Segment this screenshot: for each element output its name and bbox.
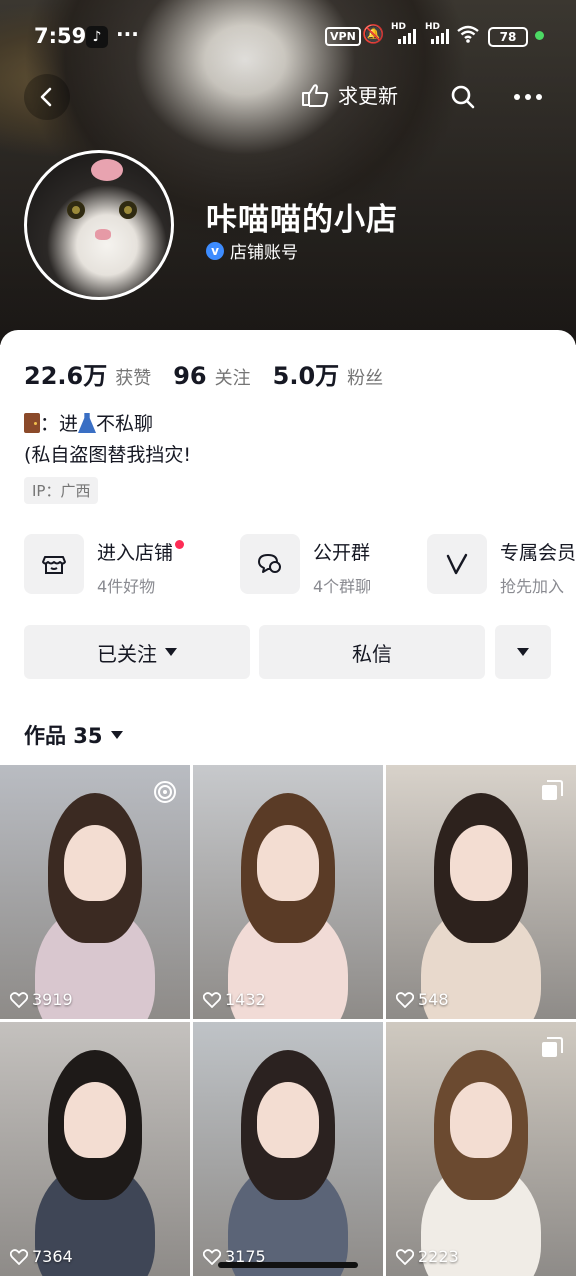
verified-icon: v [206, 241, 224, 260]
following-button-label: 已关注 [97, 641, 157, 666]
request-update-label: 求更新 [338, 84, 398, 108]
video-thumbnail[interactable]: 548 [386, 765, 576, 1019]
works-tab[interactable]: 作品 35 [24, 720, 123, 750]
search-button[interactable] [440, 74, 486, 120]
account-type-label: 店铺账号 [230, 243, 298, 263]
bio-text-b: 不私聊 [96, 413, 154, 435]
following-button[interactable]: 已关注 [24, 625, 250, 679]
heart-icon [203, 991, 221, 1008]
video-thumbnail[interactable]: 3175 [193, 1022, 383, 1276]
heart-icon [10, 991, 28, 1008]
request-update-button[interactable]: 求更新 [300, 80, 398, 109]
mute-icon: 🔕 [362, 24, 385, 45]
vip-icon [427, 534, 487, 594]
video-thumbnail[interactable]: 3919 [0, 765, 190, 1019]
door-icon [24, 413, 40, 433]
followers-count[interactable]: 5.0万 [273, 356, 340, 391]
like-count: 7364 [10, 1247, 73, 1266]
video-thumbnail[interactable]: 2223 [386, 1022, 576, 1276]
photo-subject-face [64, 825, 126, 901]
back-arrow-icon [40, 87, 52, 107]
more-options-button[interactable] [495, 625, 551, 679]
photo-subject-face [450, 1082, 512, 1158]
likes-label: 获赞 [115, 368, 152, 389]
public-group-title: 公开群 [313, 542, 371, 564]
enter-shop-sub: 4件好物 [97, 577, 156, 596]
back-button[interactable] [24, 74, 70, 120]
bio-line-2: (私自盗图替我挡灾! [24, 444, 192, 466]
status-bar: 7:59 ♪ ··· VPN 🔕 HD HD 78 [0, 0, 576, 76]
notification-dot [175, 540, 185, 549]
enter-shop-title: 进入店铺 [97, 538, 185, 565]
signal-icon-1 [398, 28, 420, 44]
shop-account-tag: v 店铺账号 [206, 238, 298, 263]
public-group-sub: 4个群聊 [313, 577, 372, 596]
caret-down-icon [110, 731, 123, 739]
vip-entry[interactable]: 专属会员 抢先加入 [427, 534, 576, 597]
likes-count: 22.6万 [24, 362, 108, 390]
shop-name: 咔喵喵的小店 [206, 202, 398, 238]
status-time: 7:59 [34, 24, 87, 48]
photo-subject-face [257, 825, 319, 901]
video-thumbnail[interactable]: 1432 [193, 765, 383, 1019]
followers-label[interactable]: 粉丝 [347, 364, 383, 390]
more-icon [514, 94, 542, 100]
following-label[interactable]: 关注 [215, 364, 251, 390]
caret-down-icon [517, 648, 529, 656]
photo-subject-face [450, 825, 512, 901]
following-count[interactable]: 96 [173, 362, 206, 390]
status-green-dot [535, 31, 544, 40]
home-indicator[interactable] [218, 1262, 358, 1268]
profile-stats: 22.6万 获赞 96 关注 5.0万 粉丝 [24, 356, 383, 391]
live-icon [154, 781, 176, 803]
tiktok-icon: ♪ [86, 26, 108, 48]
like-count: 1432 [203, 990, 266, 1009]
avatar[interactable] [24, 150, 174, 300]
group-chat-icon [240, 534, 300, 594]
shop-icon [24, 534, 84, 594]
signal-icon-2 [431, 28, 453, 44]
hand-point-icon [302, 83, 329, 107]
like-count: 548 [396, 990, 449, 1009]
heart-icon [396, 991, 414, 1008]
ip-location: IP：广西 [24, 477, 99, 504]
bio-text-a: ：进 [40, 413, 79, 435]
dress-icon [78, 413, 97, 433]
photo-subject-face [257, 1082, 319, 1158]
message-button[interactable]: 私信 [259, 625, 485, 679]
bio-line-1: ：进 不私聊 [24, 409, 153, 436]
photo-subject-face [64, 1082, 126, 1158]
vip-title: 专属会员 [500, 542, 576, 564]
works-label: 作品 35 [24, 724, 103, 748]
wifi-icon [456, 24, 480, 49]
message-button-label: 私信 [352, 641, 392, 666]
like-count: 3919 [10, 990, 73, 1009]
public-group-entry[interactable]: 公开群 4个群聊 [240, 534, 371, 597]
multi-image-icon [542, 1037, 563, 1057]
multi-image-icon [542, 780, 563, 800]
more-button[interactable] [505, 74, 551, 120]
heart-icon [10, 1248, 28, 1265]
status-more-dots: ··· [116, 22, 139, 46]
like-count: 2223 [396, 1247, 459, 1266]
heart-icon [396, 1248, 414, 1265]
video-thumbnail[interactable]: 7364 [0, 1022, 190, 1276]
vip-sub: 抢先加入 [500, 577, 565, 596]
battery-indicator: 78 [488, 27, 528, 47]
enter-shop-entry[interactable]: 进入店铺 4件好物 [24, 534, 185, 597]
caret-down-icon [165, 648, 177, 656]
vpn-badge: VPN [325, 27, 361, 46]
search-icon [451, 85, 475, 109]
